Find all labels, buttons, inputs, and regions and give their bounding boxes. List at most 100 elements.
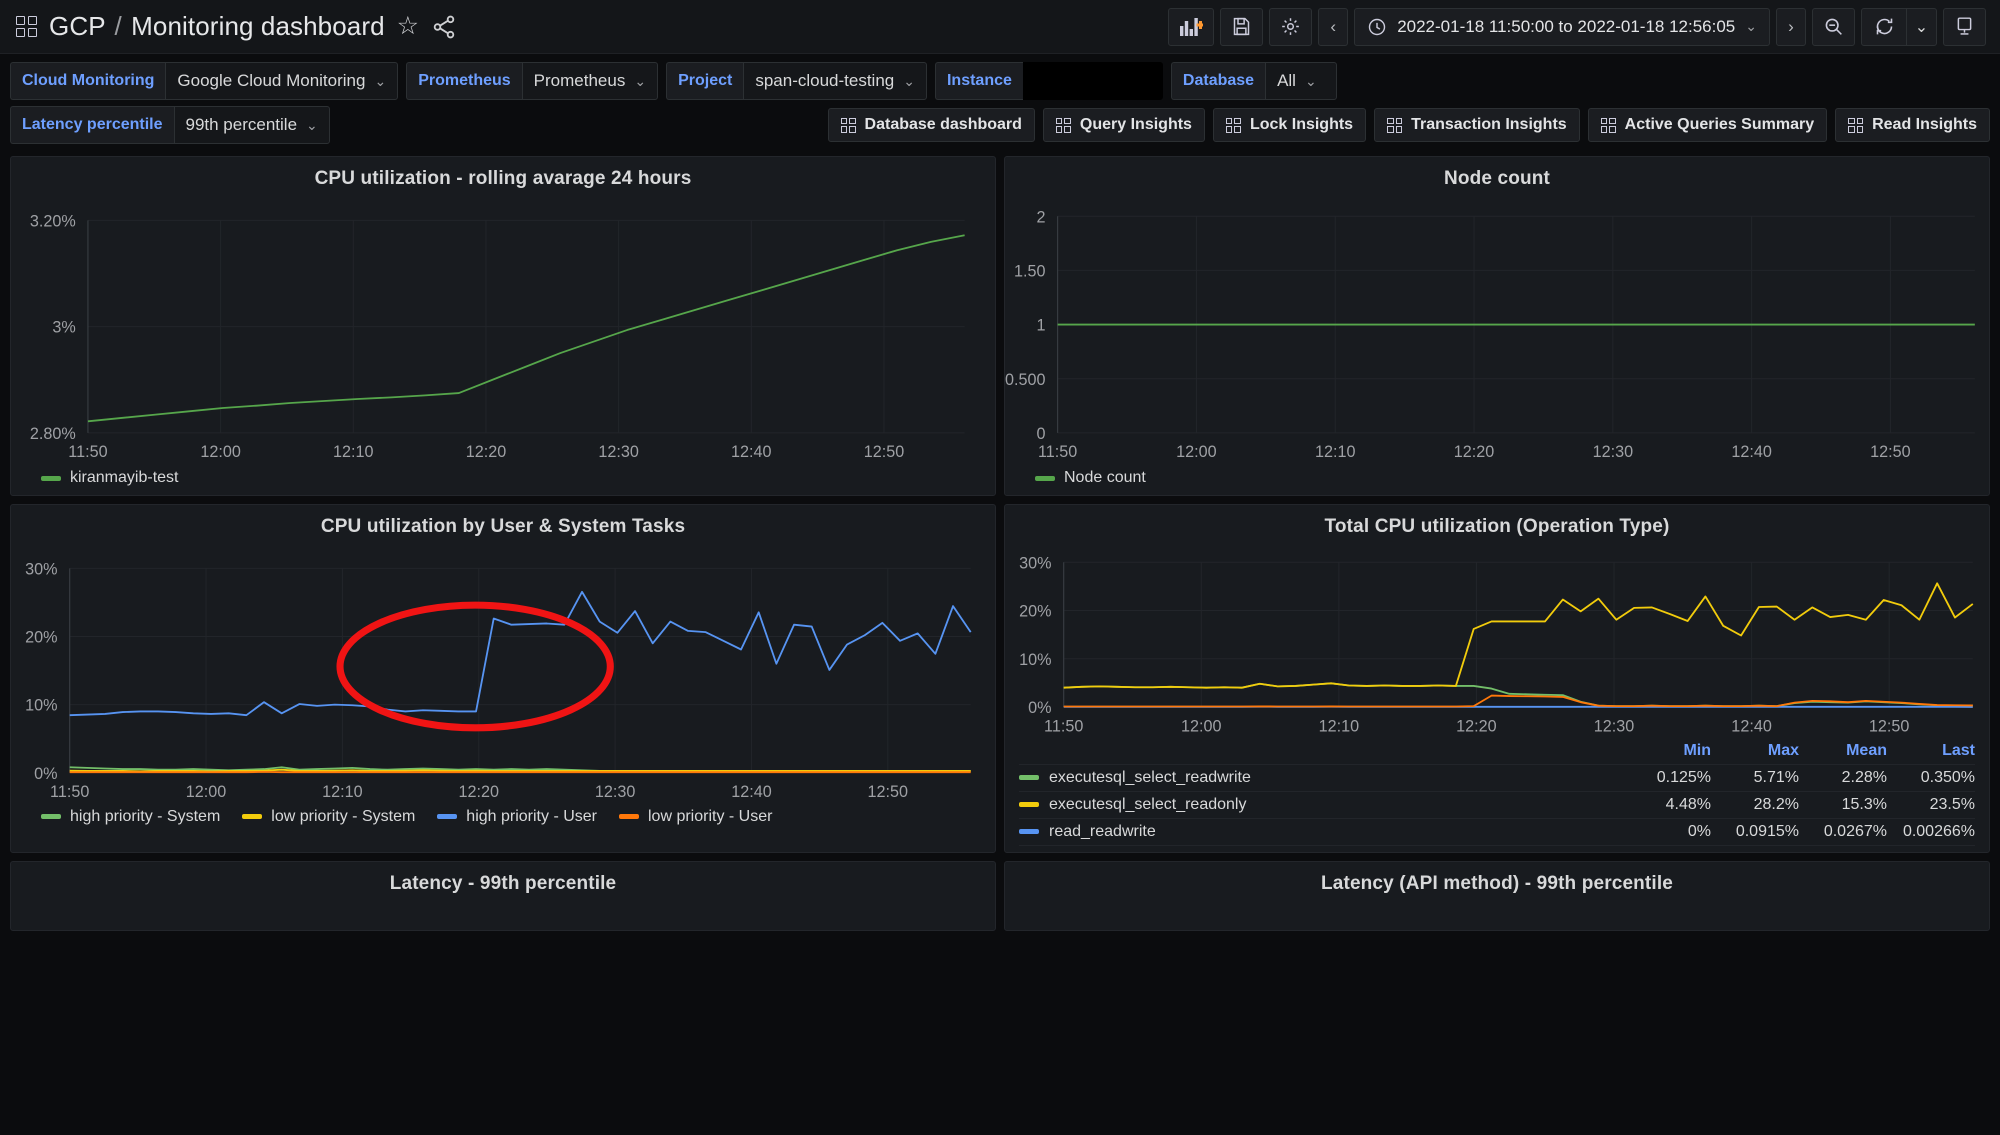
line-chart[interactable]: 11:50 12:00 12:10 12:20 12:30 12:40 12:50 0 0.50…: [1005, 194, 1989, 467]
dashboards-grid-icon[interactable]: [16, 16, 37, 37]
time-prev-button[interactable]: ‹: [1318, 7, 1349, 46]
svg-text:12:00: 12:00: [186, 783, 227, 801]
line-chart[interactable]: 11:50 12:00 12:10 12:20 12:30 12:40 12:50 0% 10%…: [1005, 542, 1989, 737]
panel-row-2: CPU utilization by User & System Tasks 1…: [10, 504, 1990, 853]
legend-table-column-mean[interactable]: Mean: [1799, 742, 1887, 760]
share-nodes-icon[interactable]: [431, 14, 457, 40]
legend-table-row[interactable]: executesql_select_readonly 4.48% 28.2% 15.3…: [1019, 792, 1975, 819]
svg-text:30%: 30%: [1019, 555, 1051, 573]
legend-table-row[interactable]: executesql_select_readwrite 0.125% 5.71% 2.…: [1019, 765, 1975, 792]
svg-text:30%: 30%: [25, 561, 57, 579]
dashboard-link-label: Read Insights: [1872, 116, 1977, 133]
panel-cpu-rolling-average: CPU utilization - rolling avarage 24 hou…: [10, 156, 996, 497]
refresh-controls: ⌄: [1861, 7, 1937, 46]
zoom-out-icon[interactable]: [1812, 7, 1855, 46]
panel-total-cpu-operation-type: Total CPU utilization (Operation Type) 1…: [1004, 504, 1990, 853]
breadcrumb-title[interactable]: Monitoring dashboard: [131, 11, 385, 41]
legend-item[interactable]: low priority - User: [619, 808, 772, 826]
svg-text:0%: 0%: [34, 765, 57, 783]
legend-table-column-min[interactable]: Min: [1623, 742, 1711, 760]
variable-project: Project span-cloud-testing ⌄: [666, 62, 927, 100]
dashboard-link-label: Database dashboard: [864, 116, 1022, 133]
time-next-button[interactable]: ›: [1776, 7, 1806, 46]
plot-area[interactable]: 11:50 12:00 12:10 12:20 12:30 12:40 12:50 2.80%…: [11, 194, 995, 467]
legend-table-cell: 23.5%: [1929, 795, 1975, 813]
save-icon[interactable]: [1220, 7, 1264, 46]
svg-text:11:50: 11:50: [1038, 443, 1077, 461]
add-panel-icon[interactable]: [1168, 7, 1215, 46]
dashboard-link-query-insights[interactable]: Query Insights: [1042, 108, 1205, 142]
nav-right-group: ‹ 2022-01-18 11:50:00 to 2022-01-18 12:5…: [1168, 7, 1986, 46]
svg-text:12:10: 12:10: [1315, 443, 1356, 461]
time-range-picker[interactable]: 2022-01-18 11:50:00 to 2022-01-18 12:56:…: [1354, 7, 1770, 46]
legend-table-cell: 0%: [1687, 822, 1711, 840]
legend-table-column-max[interactable]: Max: [1711, 742, 1799, 760]
panel-cpu-by-user-system: CPU utilization by User & System Tasks 1…: [10, 504, 996, 853]
line-chart[interactable]: 11:50 12:00 12:10 12:20 12:30 12:40 12:50 2.80%…: [11, 194, 995, 467]
dashboard-link-lock-insights[interactable]: Lock Insights: [1212, 108, 1367, 142]
variable-label: Prometheus: [406, 62, 522, 100]
variable-value-dropdown[interactable]: 99th percentile ⌄: [173, 106, 330, 144]
legend-series-name: read_readwrite: [1019, 823, 1623, 841]
dashboard-link-label: Query Insights: [1079, 116, 1192, 133]
legend-item[interactable]: high priority - System: [41, 808, 220, 826]
plot-area[interactable]: 11:50 12:00 12:10 12:20 12:30 12:40 12:50 0 0.50…: [1005, 194, 1989, 467]
refresh-interval-dropdown[interactable]: ⌄: [1906, 8, 1936, 45]
svg-text:12:20: 12:20: [1454, 443, 1495, 461]
svg-text:12:00: 12:00: [1176, 443, 1217, 461]
dashboard-link-database-dashboard[interactable]: Database dashboard: [827, 108, 1035, 142]
variable-value-dropdown[interactable]: Prometheus ⌄: [521, 62, 659, 100]
svg-text:12:00: 12:00: [1181, 718, 1222, 736]
variable-prometheus: Prometheus Prometheus ⌄: [406, 62, 659, 100]
panel-grid: CPU utilization - rolling avarage 24 hou…: [0, 156, 2000, 931]
legend-table-row[interactable]: read_readwrite 0% 0.0915% 0.0267% 0.00266%: [1019, 819, 1975, 846]
legend-item[interactable]: kiranmayib-test: [41, 469, 178, 487]
legend-label: low priority - User: [648, 807, 773, 825]
variable-value-dropdown[interactable]: span-cloud-testing ⌄: [743, 62, 927, 100]
legend-color-swatch: [1035, 475, 1055, 481]
dashboard-link-active-queries-summary[interactable]: Active Queries Summary: [1587, 108, 1828, 142]
variable-label: Latency percentile: [10, 106, 174, 144]
legend-item[interactable]: low priority - System: [242, 808, 415, 826]
variable-value-text: 99th percentile: [185, 115, 298, 134]
svg-text:10%: 10%: [25, 697, 57, 715]
variable-label: Project: [666, 62, 744, 100]
tv-mode-icon[interactable]: [1943, 7, 1986, 46]
panel-latency-api-method-p99: Latency (API method) - 99th percentile: [1004, 860, 1990, 931]
chevron-down-icon: ⌄: [634, 72, 647, 89]
star-icon[interactable]: ☆: [397, 14, 419, 39]
svg-text:2: 2: [1036, 208, 1045, 226]
legend-item[interactable]: high priority - User: [437, 808, 597, 826]
variable-label: Database: [1170, 62, 1266, 100]
dashboard-link-read-insights[interactable]: Read Insights: [1835, 108, 1990, 142]
variable-value-dropdown[interactable]: All ⌄: [1265, 62, 1338, 100]
dashboard-link-label: Transaction Insights: [1411, 116, 1567, 133]
svg-text:12:50: 12:50: [864, 443, 905, 461]
dashboards-grid-icon: [1055, 117, 1071, 133]
dashboard-submenu: Cloud Monitoring Google Cloud Monitoring ⌄…: [0, 54, 2000, 156]
chevron-down-icon[interactable]: ⌄: [1745, 18, 1757, 35]
chevron-down-icon: ⌄: [374, 72, 387, 89]
variable-value-text: span-cloud-testing: [755, 71, 895, 90]
dashboards-grid-icon: [1600, 117, 1616, 133]
svg-text:3%: 3%: [52, 319, 75, 337]
legend-item[interactable]: Node count: [1035, 469, 1146, 487]
refresh-icon[interactable]: [1862, 9, 1906, 45]
panel-title: Latency (API method) - 99th percentile: [1321, 872, 1673, 894]
svg-text:12:00: 12:00: [200, 443, 241, 461]
variable-value-dropdown[interactable]: [1022, 62, 1163, 100]
panel-row-1: CPU utilization - rolling avarage 24 hou…: [10, 156, 1990, 497]
chart-legend: high priority - System low priority - Sys…: [11, 806, 995, 834]
legend-color-swatch: [619, 814, 639, 820]
legend-table-column-last[interactable]: Last: [1887, 742, 1975, 760]
chart-legend-table: Min Max Mean Last executesql_select_readwrit…: [1005, 738, 1989, 852]
breadcrumb-root[interactable]: GCP: [49, 11, 105, 41]
plot-area[interactable]: 11:50 12:00 12:10 12:20 12:30 12:40 12:50 0% 10%…: [11, 542, 995, 805]
line-chart[interactable]: 11:50 12:00 12:10 12:20 12:30 12:40 12:50 0% 10%…: [11, 542, 995, 805]
svg-text:12:20: 12:20: [459, 783, 500, 801]
plot-area[interactable]: 11:50 12:00 12:10 12:20 12:30 12:40 12:50 0% 10%…: [1005, 542, 1989, 737]
variable-value-dropdown[interactable]: Google Cloud Monitoring ⌄: [165, 62, 399, 100]
dashboards-grid-icon: [1848, 117, 1864, 133]
dashboard-link-transaction-insights[interactable]: Transaction Insights: [1374, 108, 1580, 142]
gear-icon[interactable]: [1269, 7, 1313, 46]
